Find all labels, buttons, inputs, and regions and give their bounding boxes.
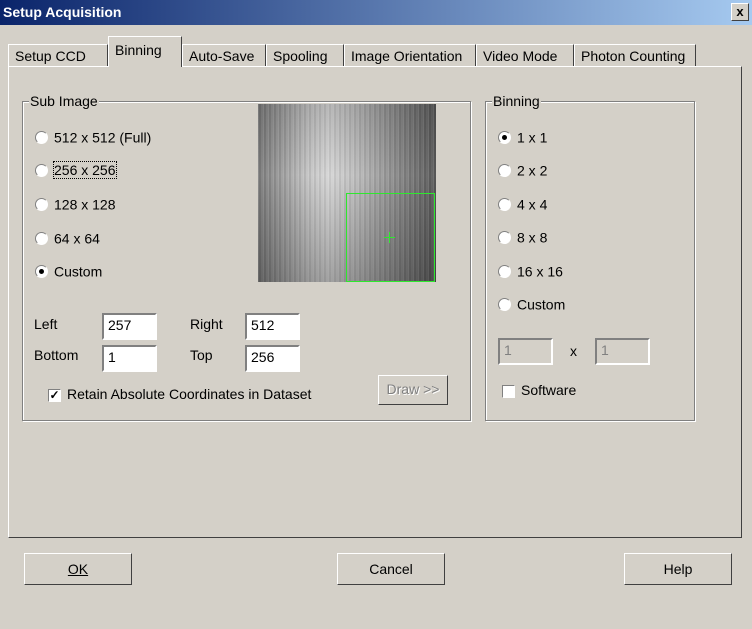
radio-indicator xyxy=(498,130,511,144)
radio-indicator xyxy=(35,163,48,177)
times-label: x xyxy=(570,343,577,359)
ok-button[interactable]: OK xyxy=(24,553,132,585)
checkmark-icon: ✓ xyxy=(48,387,61,402)
tab-auto-save[interactable]: Auto-Save xyxy=(182,44,266,66)
software-binning-checkbox[interactable]: Software xyxy=(502,382,576,398)
software-binning-label: Software xyxy=(521,382,577,398)
radio-indicator xyxy=(35,264,48,278)
tab-image-orientation[interactable]: Image Orientation xyxy=(344,44,476,66)
binning-option-label: 1 x 1 xyxy=(517,129,548,146)
left-input[interactable]: 257 xyxy=(102,313,157,340)
tab-photon-counting[interactable]: Photon Counting xyxy=(574,44,696,66)
tab-spooling[interactable]: Spooling xyxy=(266,44,344,66)
help-button-label: Help xyxy=(663,561,693,577)
help-button[interactable]: Help xyxy=(624,553,732,585)
sub-image-option-label: 512 x 512 (Full) xyxy=(54,129,152,146)
draw-button[interactable]: Draw >> xyxy=(378,375,448,405)
close-icon: x xyxy=(736,4,744,19)
checkbox-indicator xyxy=(502,384,515,398)
right-label: Right xyxy=(190,316,223,332)
custom-binning-y-input[interactable]: 1 xyxy=(595,338,650,365)
binning-option-label: 4 x 4 xyxy=(517,196,548,213)
cancel-button-label: Cancel xyxy=(369,561,413,577)
binning-option-8x8[interactable]: 8 x 8 xyxy=(498,228,547,246)
top-input[interactable]: 256 xyxy=(245,345,300,372)
ok-button-label: OK xyxy=(67,561,89,577)
radio-indicator xyxy=(498,264,511,278)
binning-option-label: 8 x 8 xyxy=(517,229,548,246)
radio-indicator xyxy=(35,197,48,211)
left-label: Left xyxy=(34,316,58,332)
sub-image-option-64[interactable]: 64 x 64 xyxy=(35,229,100,247)
sub-image-option-128[interactable]: 128 x 128 xyxy=(35,195,116,213)
sub-image-option-label: Custom xyxy=(54,263,103,280)
tab-video-mode[interactable]: Video Mode xyxy=(476,44,574,66)
sub-image-option-label: 128 x 128 xyxy=(54,196,116,213)
radio-indicator xyxy=(35,130,48,144)
radio-indicator xyxy=(498,197,511,211)
top-label: Top xyxy=(190,347,213,363)
sub-image-option-full[interactable]: 512 x 512 (Full) xyxy=(35,128,151,146)
title-bar: Setup Acquisition x xyxy=(0,0,752,25)
binning-option-custom[interactable]: Custom xyxy=(498,295,565,313)
binning-option-2x2[interactable]: 2 x 2 xyxy=(498,161,547,179)
radio-indicator xyxy=(498,163,511,177)
custom-binning-x-input[interactable]: 1 xyxy=(498,338,553,365)
radio-indicator xyxy=(498,297,511,311)
binning-option-16x16[interactable]: 16 x 16 xyxy=(498,262,563,280)
binning-group-label: Binning xyxy=(492,93,541,109)
sub-image-option-custom[interactable]: Custom xyxy=(35,262,102,280)
retain-coordinates-checkbox[interactable]: ✓ Retain Absolute Coordinates in Dataset xyxy=(48,386,311,402)
cancel-button[interactable]: Cancel xyxy=(337,553,445,585)
binning-option-label: 16 x 16 xyxy=(517,263,563,280)
binning-option-label: Custom xyxy=(517,296,566,313)
close-button[interactable]: x xyxy=(731,3,749,21)
window-title: Setup Acquisition xyxy=(3,4,122,20)
bottom-input[interactable]: 1 xyxy=(102,345,157,372)
binning-option-label: 2 x 2 xyxy=(517,162,548,179)
binning-option-1x1[interactable]: 1 x 1 xyxy=(498,128,547,146)
bottom-label: Bottom xyxy=(34,347,79,363)
radio-indicator xyxy=(498,230,511,244)
sub-image-preview[interactable] xyxy=(258,104,436,282)
sub-image-option-label: 256 x 256 xyxy=(53,161,117,180)
right-input[interactable]: 512 xyxy=(245,313,300,340)
radio-indicator xyxy=(35,231,48,245)
sub-image-option-label: 64 x 64 xyxy=(54,230,100,247)
draw-button-label: Draw >> xyxy=(386,381,440,397)
binning-option-4x4[interactable]: 4 x 4 xyxy=(498,195,547,213)
tab-setup-ccd[interactable]: Setup CCD xyxy=(8,44,108,66)
sub-image-group-label: Sub Image xyxy=(29,93,99,109)
roi-crosshair-icon xyxy=(389,232,390,243)
tab-binning[interactable]: Binning xyxy=(108,36,182,67)
retain-coordinates-label: Retain Absolute Coordinates in Dataset xyxy=(67,386,312,402)
binning-group: Binning xyxy=(485,93,695,421)
sub-image-option-256[interactable]: 256 x 256 xyxy=(35,161,117,180)
